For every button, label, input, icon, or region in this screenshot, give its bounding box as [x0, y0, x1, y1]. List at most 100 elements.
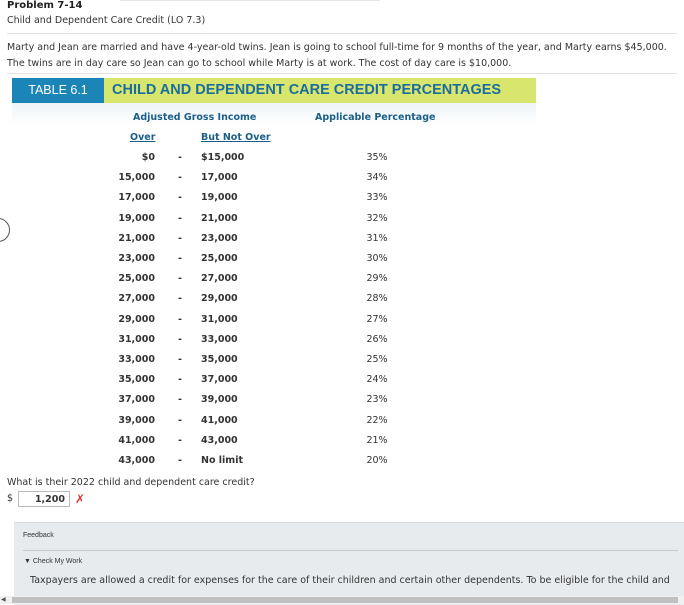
problem-title: Problem 7-14 [7, 0, 83, 11]
cell-over: 39,000 [118, 414, 155, 426]
cell-percentage: 35% [366, 152, 388, 163]
table-row: 27,000 - 29,000 28% [0, 293, 684, 313]
cell-dash: - [178, 374, 182, 386]
cell-not-over: 31,000 [201, 313, 238, 325]
cell-percentage: 26% [366, 333, 388, 345]
cell-dash: - [178, 212, 182, 224]
cell-percentage: 25% [366, 354, 388, 365]
cell-dash: - [178, 394, 182, 406]
cell-percentage: 22% [366, 414, 388, 426]
incorrect-icon: ✗ [75, 492, 86, 506]
cell-over: 31,000 [118, 333, 155, 345]
cell-not-over: 29,000 [201, 293, 238, 305]
cell-not-over: $15,000 [201, 152, 245, 163]
check-my-work-toggle[interactable]: ▼ Check My Work [24, 558, 82, 565]
divider [7, 73, 677, 74]
cell-not-over: 41,000 [201, 414, 238, 426]
cell-not-over: 39,000 [201, 394, 238, 406]
table-row: 35,000 - 37,000 24% [0, 374, 684, 394]
cell-percentage: 33% [366, 192, 388, 204]
cell-percentage: 29% [366, 273, 388, 285]
table-tag: TABLE 6.1 [12, 78, 104, 103]
table-row: 15,000 - 17,000 34% [0, 172, 684, 192]
cell-percentage: 30% [366, 253, 388, 264]
cell-over: $0 [141, 152, 155, 163]
table-row: 43,000 - No limit 20% [0, 455, 684, 475]
cell-not-over: 33,000 [201, 333, 238, 345]
scroll-left-icon[interactable]: ◀ [1, 596, 6, 604]
cell-over: 25,000 [118, 273, 155, 285]
table-row: 37,000 - 39,000 23% [0, 394, 684, 414]
cell-dash: - [178, 313, 182, 325]
cell-dash: - [178, 293, 182, 305]
table-row: 33,000 - 35,000 25% [0, 354, 684, 374]
answer-input[interactable]: 1,200 [18, 491, 70, 507]
cell-not-over: 17,000 [201, 172, 238, 184]
cell-not-over: 25,000 [201, 253, 238, 264]
subheader-over: Over [130, 132, 156, 143]
subheader-not-over: But Not Over [201, 132, 271, 143]
table-header-shadow [12, 103, 536, 125]
cell-over: 23,000 [118, 253, 155, 264]
cell-dash: - [178, 414, 182, 426]
column-header-percentage: Applicable Percentage [315, 112, 436, 123]
cell-over: 21,000 [118, 232, 155, 244]
table-row: $0 - $15,000 35% [0, 152, 684, 172]
cell-percentage: 31% [366, 232, 388, 244]
column-header-agi: Adjusted Gross Income [133, 112, 257, 123]
table-row: 17,000 - 19,000 33% [0, 192, 684, 212]
problem-subtitle: Child and Dependent Care Credit (LO 7.3) [7, 15, 206, 26]
cell-not-over: 19,000 [201, 192, 238, 204]
scrollbar-thumb[interactable] [12, 597, 678, 603]
divider [7, 33, 677, 34]
table-row: 29,000 - 31,000 27% [0, 314, 684, 334]
cell-over: 35,000 [118, 374, 155, 386]
cell-dash: - [178, 434, 182, 446]
table-row: 31,000 - 33,000 26% [0, 334, 684, 354]
feedback-divider [23, 550, 678, 551]
table-title: CHILD AND DEPENDENT CARE CREDIT PERCENTA… [112, 82, 502, 98]
cell-percentage: 21% [366, 434, 388, 446]
cell-over: 41,000 [118, 434, 155, 446]
cell-percentage: 23% [366, 394, 388, 406]
cell-percentage: 34% [366, 172, 388, 184]
cell-dash: - [178, 253, 182, 264]
cell-percentage: 27% [366, 313, 388, 325]
table-row: 39,000 - 41,000 22% [0, 415, 684, 435]
cell-over: 37,000 [118, 394, 155, 406]
cell-over: 29,000 [118, 313, 155, 325]
cell-over: 43,000 [118, 455, 155, 466]
cell-not-over: 43,000 [201, 434, 238, 446]
cell-percentage: 28% [366, 293, 388, 305]
cell-dash: - [178, 455, 182, 466]
cell-not-over: 35,000 [201, 354, 238, 365]
table-row: 25,000 - 27,000 29% [0, 273, 684, 293]
table-row: 41,000 - 43,000 21% [0, 435, 684, 455]
problem-description: Marty and Jean are married and have 4-ye… [7, 42, 667, 69]
cell-dash: - [178, 192, 182, 204]
feedback-label: Feedback [23, 532, 54, 539]
cell-over: 17,000 [118, 192, 155, 204]
cell-not-over: 27,000 [201, 273, 238, 285]
cell-percentage: 20% [366, 455, 388, 466]
feedback-panel: Feedback ▼ Check My Work Taxpayers are a… [14, 522, 684, 605]
currency-symbol: $ [7, 493, 14, 504]
cell-over: 27,000 [118, 293, 155, 305]
cell-over: 33,000 [118, 354, 155, 365]
cell-not-over: No limit [201, 455, 243, 466]
cell-percentage: 32% [366, 212, 388, 224]
question-text: What is their 2022 child and dependent c… [7, 477, 255, 488]
cell-dash: - [178, 152, 182, 163]
cell-dash: - [178, 273, 182, 285]
horizontal-scrollbar[interactable]: ◀ [0, 596, 684, 604]
cell-dash: - [178, 333, 182, 345]
cell-not-over: 37,000 [201, 374, 238, 386]
table-row: 23,000 - 25,000 30% [0, 253, 684, 273]
table-row: 19,000 - 21,000 32% [0, 213, 684, 233]
feedback-text: Taxpayers are allowed a credit for expen… [30, 575, 670, 586]
cell-over: 15,000 [118, 172, 155, 184]
top-divider [120, 0, 380, 1]
cell-over: 19,000 [118, 212, 155, 224]
table-header: TABLE 6.1 CHILD AND DEPENDENT CARE CREDI… [12, 78, 536, 103]
cell-dash: - [178, 354, 182, 365]
